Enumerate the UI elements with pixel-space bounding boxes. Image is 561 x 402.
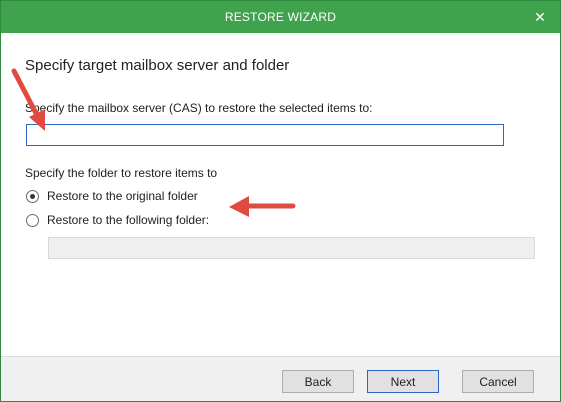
radio-button-unchecked[interactable] — [26, 213, 39, 227]
folder-label: Specify the folder to restore items to — [25, 166, 218, 180]
arrow-left-icon — [229, 196, 296, 217]
window-title: RESTORE WIZARD — [224, 10, 337, 24]
page-heading: Specify target mailbox server and folder — [25, 57, 290, 74]
target-folder-input — [48, 237, 535, 259]
radio-following-folder[interactable]: Restore to the following folder: — [26, 212, 209, 228]
footer-bar: Back Next Cancel — [1, 356, 560, 401]
cancel-button[interactable]: Cancel — [462, 370, 534, 393]
back-button[interactable]: Back — [282, 370, 354, 393]
close-icon[interactable]: ✕ — [530, 7, 550, 27]
restore-wizard-window: RESTORE WIZARD ✕ Specify target mailbox … — [0, 0, 561, 402]
radio-following-folder-label: Restore to the following folder: — [47, 213, 210, 227]
server-label: Specify the mailbox server (CAS) to rest… — [25, 101, 373, 115]
next-button[interactable]: Next — [367, 370, 439, 393]
title-bar: RESTORE WIZARD ✕ — [1, 1, 560, 33]
radio-original-folder[interactable]: Restore to the original folder — [26, 188, 198, 204]
mailbox-server-input[interactable] — [26, 124, 504, 146]
radio-button-checked[interactable] — [26, 189, 39, 203]
radio-original-folder-label: Restore to the original folder — [47, 189, 198, 203]
